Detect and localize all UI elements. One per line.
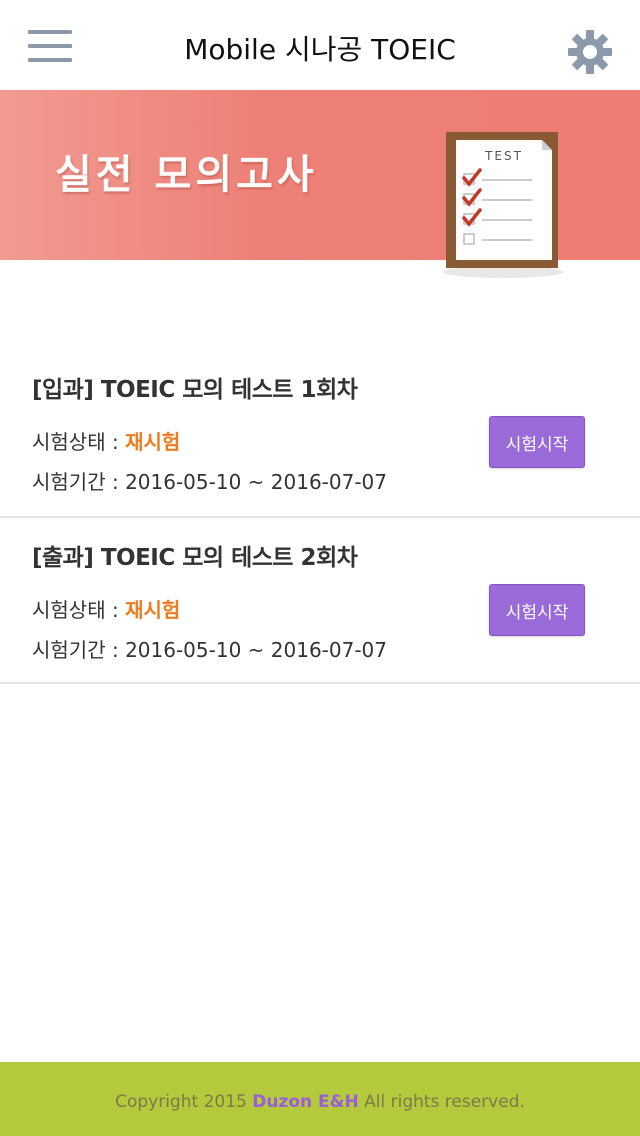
test-label: TEST bbox=[484, 149, 523, 163]
exam-status: 재시험 bbox=[125, 430, 181, 454]
exam-title: [출과] TOEIC 모의 테스트 2회차 bbox=[32, 545, 358, 571]
exam-status-label: 시험상태 : bbox=[32, 430, 126, 454]
start-exam-button[interactable]: 시험시작 bbox=[489, 416, 585, 468]
exam-period: 2016-05-10 ~ 2016-07-07 bbox=[125, 470, 387, 494]
exam-status: 재시험 bbox=[125, 598, 181, 622]
exam-item: [입과] TOEIC 모의 테스트 1회차 시험상태 : 재시험 시험기간 : … bbox=[0, 350, 640, 518]
exam-period-row: 시험기간 : 2016-05-10 ~ 2016-07-07 bbox=[32, 466, 387, 495]
exam-status-row: 시험상태 : 재시험 bbox=[32, 594, 180, 623]
hamburger-menu-icon[interactable] bbox=[28, 28, 74, 66]
copyright-footer: Copyright 2015 Duzon E&H All rights rese… bbox=[0, 1062, 640, 1136]
exam-item: [출과] TOEIC 모의 테스트 2회차 시험상태 : 재시험 시험기간 : … bbox=[0, 518, 640, 684]
exam-status-row: 시험상태 : 재시험 bbox=[32, 426, 180, 455]
exam-period-label: 시험기간 : bbox=[32, 470, 126, 494]
app-title: Mobile 시나공 TOEIC bbox=[184, 33, 456, 66]
exam-list: [입과] TOEIC 모의 테스트 1회차 시험상태 : 재시험 시험기간 : … bbox=[0, 350, 640, 684]
copyright-prefix: Copyright 2015 bbox=[115, 1092, 253, 1112]
exam-period-label: 시험기간 : bbox=[32, 638, 126, 662]
app-header: Mobile 시나공 TOEIC bbox=[0, 0, 640, 90]
test-clipboard-icon: TEST bbox=[443, 132, 563, 278]
section-banner: 실전 모의고사 TEST bbox=[0, 90, 640, 278]
exam-period: 2016-05-10 ~ 2016-07-07 bbox=[125, 638, 387, 662]
exam-title: [입과] TOEIC 모의 테스트 1회차 bbox=[32, 377, 358, 403]
banner-title: 실전 모의고사 bbox=[55, 152, 318, 198]
exam-status-label: 시험상태 : bbox=[32, 598, 126, 622]
brand-name: Duzon E&H bbox=[252, 1092, 359, 1112]
gear-icon[interactable] bbox=[566, 28, 614, 76]
copyright-suffix: All rights reserved. bbox=[358, 1092, 525, 1112]
start-exam-button[interactable]: 시험시작 bbox=[489, 584, 585, 636]
exam-period-row: 시험기간 : 2016-05-10 ~ 2016-07-07 bbox=[32, 634, 387, 663]
